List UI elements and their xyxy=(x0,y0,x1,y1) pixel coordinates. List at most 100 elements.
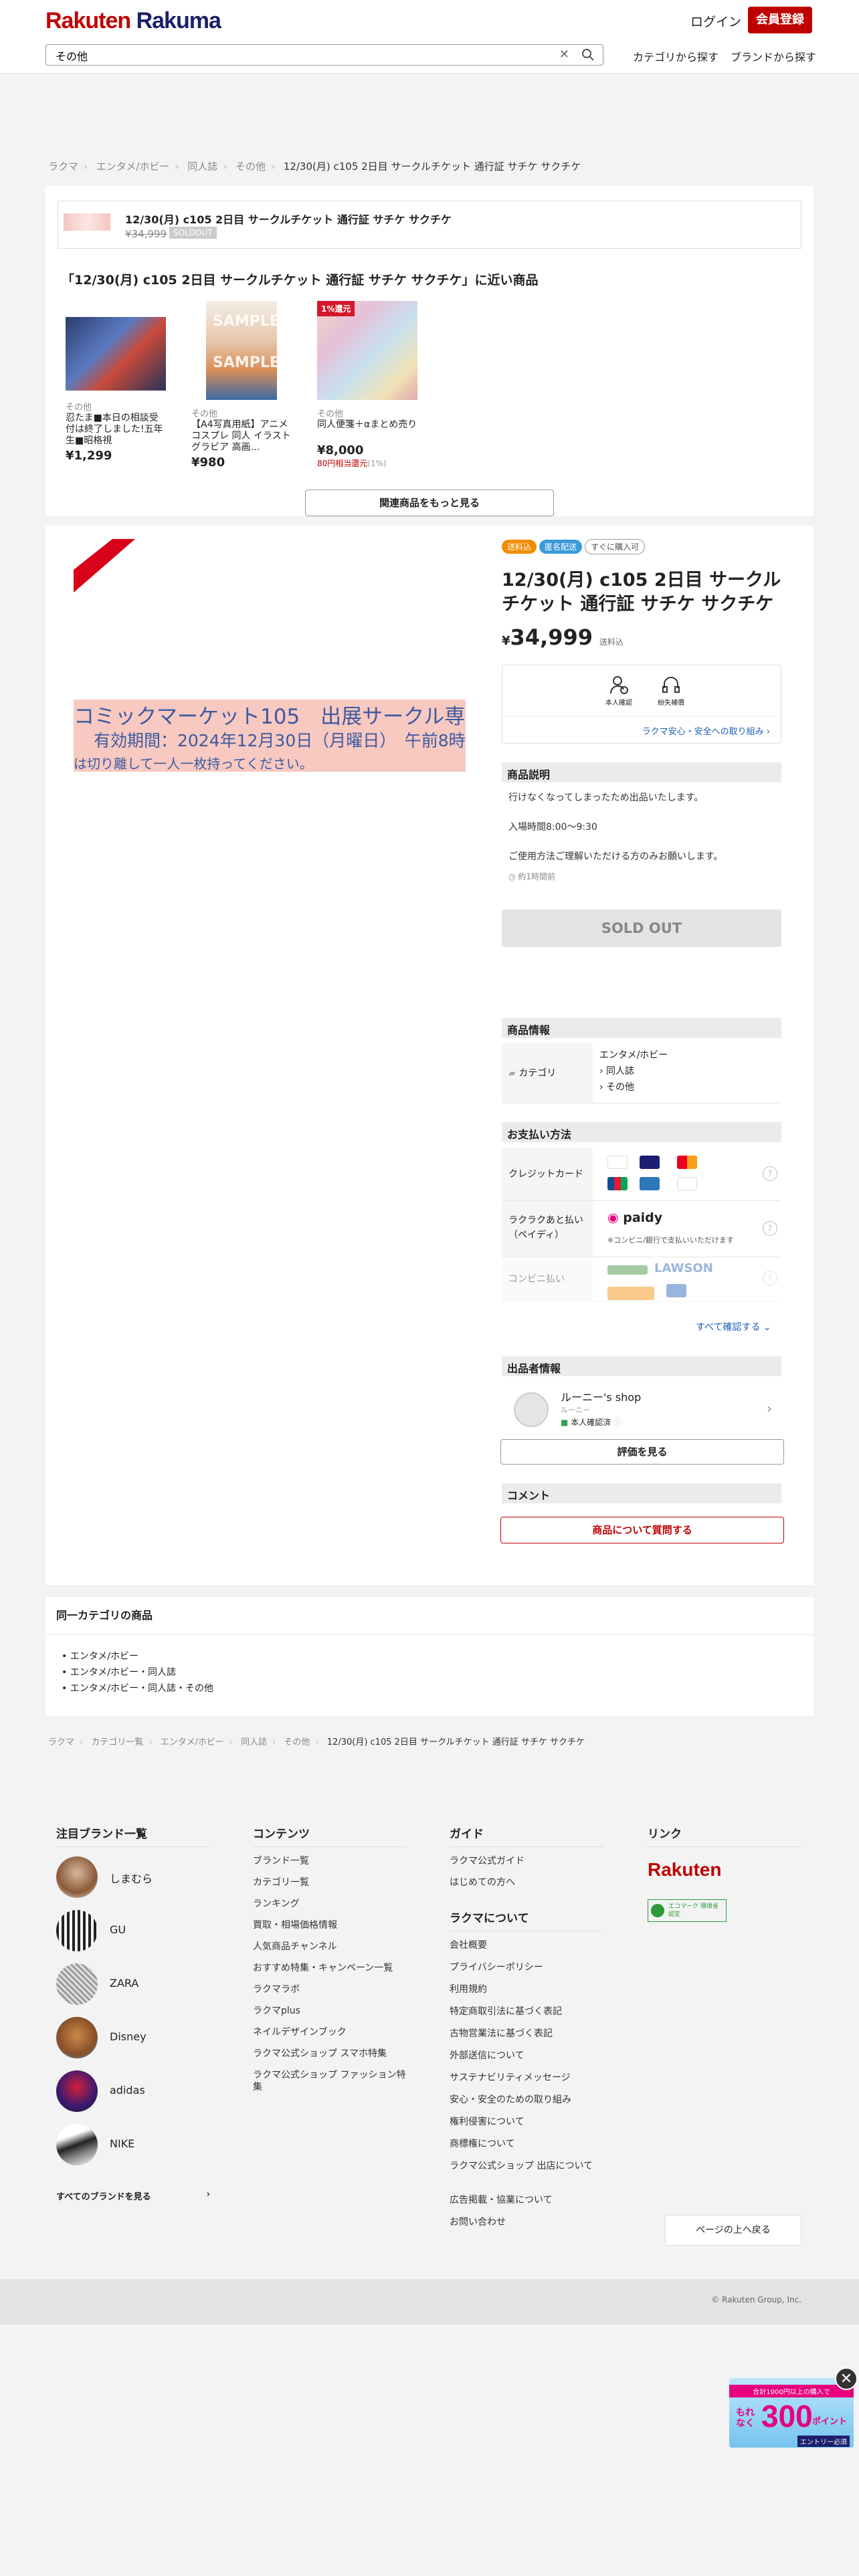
breadcrumb-item[interactable]: ラクマ xyxy=(48,160,78,173)
brand-item[interactable]: NIKE xyxy=(56,2124,230,2165)
footer-link[interactable]: サステナビリティメッセージ xyxy=(450,2072,610,2084)
item-image xyxy=(66,317,166,391)
seller-sub: ルーニー xyxy=(561,1406,590,1414)
page-top-button[interactable]: ページの上へ戻る xyxy=(665,2215,801,2246)
footer-link[interactable]: 商標権について xyxy=(450,2138,610,2150)
mini-item-card[interactable]: 12/30(月) c105 2日目 サークルチケット 通行証 サチケ サクチケ … xyxy=(58,201,801,249)
footer-link[interactable]: 古物営業法に基づく表記 xyxy=(450,2028,610,2040)
search-input[interactable] xyxy=(56,49,537,62)
footer-link[interactable]: 買取・相場価格情報 xyxy=(253,1919,413,1931)
view-reviews-button[interactable]: 評価を見る xyxy=(500,1439,784,1465)
seller-heading: 出品者情報 xyxy=(502,1356,781,1376)
footer-link[interactable]: はじめての方へ xyxy=(450,1876,610,1889)
campaign-banner[interactable]: 合計1000円以上の購入で もれなく 300 ポイント エントリー必須 xyxy=(729,2378,854,2448)
anonymous-tag: 匿名配送 xyxy=(539,540,583,554)
desc-line: 行けなくなってしまったため出品いたします。 xyxy=(508,792,704,803)
return-badge: 1%還元 xyxy=(317,301,355,316)
search-icon[interactable] xyxy=(581,48,595,62)
login-link[interactable]: ログイン xyxy=(690,12,741,30)
nav-brand-link[interactable]: ブランドから探す xyxy=(731,48,816,64)
footer-link[interactable]: 会社概要 xyxy=(450,1939,610,1951)
ecomark-icon xyxy=(651,1904,664,1917)
breadcrumb-item[interactable]: その他 xyxy=(284,1737,310,1747)
brand-item[interactable]: Disney xyxy=(56,2017,230,2058)
seller-card[interactable]: ルーニー's shop ルーニー ■ 本人確認済 ⓘ › xyxy=(502,1382,781,1439)
about-heading: ラクマについて xyxy=(450,1909,603,1931)
mastercard-icon xyxy=(677,1156,697,1169)
nav-category-link[interactable]: カテゴリから探す xyxy=(633,48,719,64)
category-link[interactable]: • エンタメ/ホビー・同人誌 xyxy=(62,1665,176,1679)
footer-link[interactable]: ラクマラボ xyxy=(253,1983,413,1996)
item-title: 12/30(月) c105 2日目 サークルチケット 通行証 サチケ サクチケ xyxy=(502,570,781,615)
similar-item[interactable]: SAMPLE SAMPLE その他 【A4写真用紙】アニメ コスプレ 同人 イラ… xyxy=(191,301,292,469)
footer-link[interactable]: 広告掲載・協業について xyxy=(450,2194,610,2206)
brand-item[interactable]: GU xyxy=(56,1910,230,1951)
footer-link[interactable]: ブランド一覧 xyxy=(253,1855,413,1867)
pay-conv-row: コンビニ払い LAWSON ? xyxy=(502,1257,781,1301)
brand-item[interactable]: しまむら xyxy=(56,1856,230,1898)
signup-button[interactable]: 会員登録 xyxy=(748,7,812,33)
footer-link[interactable]: おすすめ特集・キャンペーン一覧 xyxy=(253,1962,413,1974)
breadcrumb-item[interactable]: カテゴリ一覧 xyxy=(91,1737,143,1747)
footer-link[interactable]: 利用規約 xyxy=(450,1983,610,1996)
desc-line: ご使用方法ご理解いただける方のみお願いします。 xyxy=(508,851,723,862)
breadcrumb-item[interactable]: その他 xyxy=(235,160,266,173)
footer-link[interactable]: ランキング xyxy=(253,1898,413,1910)
footer-link[interactable]: 安心・安全のための取り組み xyxy=(450,2094,610,2106)
footer-link[interactable]: カテゴリ一覧 xyxy=(253,1876,413,1889)
footer-link[interactable]: 権利侵害について xyxy=(450,2116,610,2128)
rakuten-card-icon xyxy=(607,1156,628,1169)
footer-link[interactable]: ラクマ公式ショップ スマホ特集 xyxy=(253,2048,413,2060)
footer-link[interactable]: ラクマ公式ショップ ファッション特集 xyxy=(253,2069,413,2093)
footer-link[interactable]: 特定商取引法に基づく表記 xyxy=(450,2006,610,2018)
breadcrumb-item[interactable]: ラクマ xyxy=(48,1737,74,1747)
breadcrumb-item[interactable]: エンタメ/ホビー xyxy=(96,160,170,173)
ask-question-button[interactable]: 商品について質問する xyxy=(500,1517,784,1543)
footer-link[interactable]: お問い合わせ xyxy=(450,2216,610,2228)
safety-link[interactable]: ラクマ安心・安全への取り組み › xyxy=(642,724,770,737)
category-link[interactable]: › その他 xyxy=(599,1079,668,1095)
brands-heading: 注目ブランド一覧 xyxy=(56,1824,210,1847)
brand-item[interactable]: ZARA xyxy=(56,1963,230,2005)
breadcrumb-item[interactable]: 同人誌 xyxy=(187,160,217,173)
all-brands-link[interactable]: すべてのブランドを見る › xyxy=(56,2189,210,2202)
footer-link[interactable]: ネイルデザインブック xyxy=(253,2026,413,2038)
ecomark-link[interactable]: エコマーク 環境省認定 xyxy=(648,1899,727,1922)
footer-link[interactable]: 外部送信について xyxy=(450,2050,610,2062)
brand-item[interactable]: adidas xyxy=(56,2070,230,2112)
category-link[interactable]: • エンタメ/ホビー xyxy=(62,1649,138,1662)
instant-tag: すぐに購入可 xyxy=(585,539,646,554)
rakuma-logo[interactable]: Rakuten Rakuma xyxy=(45,8,221,34)
rakuten-logo[interactable]: Rakuten xyxy=(648,1859,721,1881)
footer-link[interactable]: 人気商品チャンネル xyxy=(253,1941,413,1953)
jcb-icon xyxy=(607,1177,628,1190)
category-link[interactable]: エンタメ/ホビー xyxy=(599,1047,668,1063)
footer-link[interactable]: ラクマplus xyxy=(253,2005,413,2017)
folder-icon: ▰ xyxy=(508,1068,516,1079)
link-heading: リンク xyxy=(648,1824,801,1847)
category-link[interactable]: › 同人誌 xyxy=(599,1063,668,1079)
info-icon[interactable]: ? xyxy=(763,1271,777,1285)
mini-thumbnail xyxy=(64,213,110,231)
info-icon[interactable]: ? xyxy=(763,1166,777,1181)
item-name: 【A4写真用紙】アニメ コスプレ 同人 イラスト グラビア 高画… xyxy=(191,419,291,453)
breadcrumb-item[interactable]: 同人誌 xyxy=(241,1737,267,1747)
similar-item[interactable]: 1%還元 その他 同人便箋＋αまとめ売り ¥8,000 80円相当還元(1%) xyxy=(317,301,417,469)
close-icon[interactable]: ✕ xyxy=(835,2367,858,2390)
category-values: エンタメ/ホビー › 同人誌 › その他 xyxy=(599,1047,668,1095)
breadcrumb-item[interactable]: エンタメ/ホビー xyxy=(161,1737,224,1747)
item-price: ¥8,000 xyxy=(317,443,364,457)
similar-item[interactable]: その他 忍たま■本日の相談受付は終了しました!五年生■昭格視 ¥1,299 xyxy=(66,301,166,463)
more-related-button[interactable]: 関連商品をもっと見る xyxy=(305,490,554,516)
show-all-link[interactable]: すべて確認する ⌄ xyxy=(696,1320,771,1333)
footer-link[interactable]: プライバシーポリシー xyxy=(450,1961,610,1973)
item-image: SAMPLE SAMPLE xyxy=(206,301,277,400)
footer-link[interactable]: ラクマ公式ショップ 出店について xyxy=(450,2160,610,2172)
shield-icon xyxy=(662,677,680,693)
info-icon[interactable]: ? xyxy=(763,1221,777,1236)
clear-icon[interactable]: ✕ xyxy=(559,47,569,62)
chevron-right-icon: › xyxy=(766,727,770,737)
contents-heading: コンテンツ xyxy=(253,1824,407,1847)
footer-link[interactable]: ラクマ公式ガイド xyxy=(450,1855,610,1867)
category-link[interactable]: • エンタメ/ホビー・同人誌・その他 xyxy=(62,1681,213,1695)
